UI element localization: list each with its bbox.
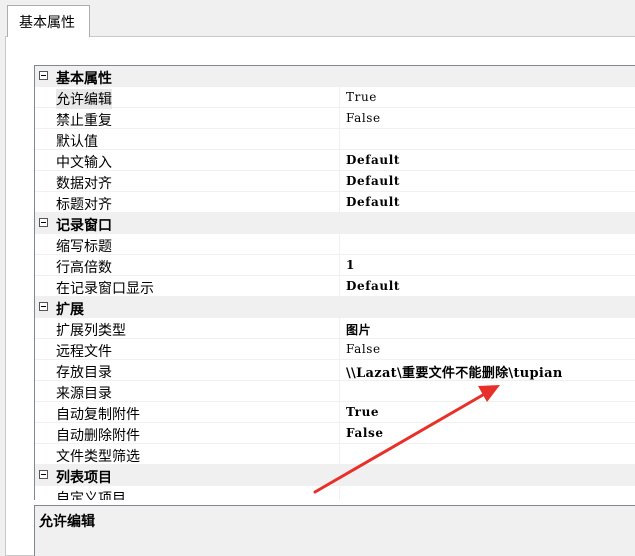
category-name: 记录窗口 — [56, 218, 112, 234]
column-separator — [339, 192, 340, 213]
column-separator — [339, 381, 340, 402]
tab-basic-properties[interactable]: 基本属性 — [7, 5, 90, 37]
category-row[interactable]: 列表项目 — [35, 465, 635, 486]
column-separator — [339, 171, 340, 192]
property-name: 自动删除附件 — [56, 428, 140, 444]
property-value[interactable]: False — [346, 342, 381, 356]
property-row[interactable]: 自定义项目 — [35, 486, 635, 500]
property-row[interactable]: 数据对齐 Default — [35, 171, 635, 192]
property-row[interactable]: 自动复制附件 True — [35, 402, 635, 423]
property-value[interactable]: \\Lazat\重要文件不能删除\tupian — [346, 362, 563, 381]
category-row[interactable]: 记录窗口 — [35, 213, 635, 234]
property-row[interactable]: 在记录窗口显示 Default — [35, 276, 635, 297]
property-value[interactable]: 1 — [346, 258, 355, 272]
column-separator — [339, 87, 340, 108]
property-row[interactable]: 存放目录 \\Lazat\重要文件不能删除\tupian — [35, 360, 635, 381]
property-row[interactable]: 默认值 — [35, 129, 635, 150]
column-separator — [339, 276, 340, 297]
property-name: 在记录窗口显示 — [56, 281, 154, 297]
column-separator — [339, 444, 340, 465]
property-name: 默认值 — [56, 134, 98, 150]
property-name: 缩写标题 — [56, 239, 112, 255]
property-name: 存放目录 — [56, 365, 112, 381]
property-row[interactable]: 来源目录 — [35, 381, 635, 402]
tab-label: 基本属性 — [19, 15, 75, 31]
collapse-toggle-icon[interactable] — [39, 470, 48, 479]
column-separator — [339, 486, 340, 500]
property-row[interactable]: 缩写标题 — [35, 234, 635, 255]
column-separator — [339, 318, 340, 339]
category-name: 扩展 — [56, 302, 84, 318]
column-separator — [339, 423, 340, 444]
property-name: 允许编辑 — [56, 89, 112, 109]
property-name: 自定义项目 — [56, 491, 126, 500]
property-row[interactable]: 禁止重复 False — [35, 108, 635, 129]
property-name: 自动复制附件 — [56, 407, 140, 423]
column-separator — [339, 108, 340, 129]
property-value[interactable]: True — [346, 405, 379, 419]
property-name: 行高倍数 — [56, 260, 112, 276]
category-name: 列表项目 — [56, 470, 112, 486]
property-value[interactable]: True — [346, 90, 377, 104]
property-value[interactable]: Default — [346, 279, 400, 293]
column-separator — [339, 234, 340, 255]
property-name: 中文输入 — [56, 155, 112, 171]
property-value[interactable]: False — [346, 111, 381, 125]
category-name: 基本属性 — [56, 71, 112, 87]
property-name: 标题对齐 — [56, 197, 112, 213]
property-name: 扩展列类型 — [56, 323, 126, 339]
column-separator — [339, 129, 340, 150]
property-value[interactable]: 图片 — [346, 321, 371, 338]
property-row[interactable]: 自动删除附件 False — [35, 423, 635, 444]
property-row[interactable]: 行高倍数 1 — [35, 255, 635, 276]
description-title: 允许编辑 — [39, 514, 95, 530]
property-name: 文件类型筛选 — [56, 449, 140, 465]
property-row[interactable]: 文件类型筛选 — [35, 444, 635, 465]
category-row[interactable]: 扩展 — [35, 297, 635, 318]
collapse-toggle-icon[interactable] — [39, 302, 48, 311]
property-value[interactable]: Default — [346, 174, 400, 188]
property-row[interactable]: 标题对齐 Default — [35, 192, 635, 213]
column-separator — [339, 255, 340, 276]
property-row[interactable]: 中文输入 Default — [35, 150, 635, 171]
property-value[interactable]: False — [346, 426, 384, 440]
collapse-toggle-icon[interactable] — [39, 218, 48, 227]
category-row[interactable]: 基本属性 — [35, 66, 635, 87]
description-pane: 允许编辑 — [34, 505, 635, 556]
column-separator — [339, 150, 340, 171]
property-grid: 基本属性允许编辑 True 禁止重复 False 默认值中文输入 Default 数据对齐 D… — [34, 65, 635, 500]
property-row[interactable]: 远程文件 False — [35, 339, 635, 360]
property-name: 数据对齐 — [56, 176, 112, 192]
column-separator — [339, 339, 340, 360]
property-name: 禁止重复 — [56, 113, 112, 129]
property-row[interactable]: 允许编辑 True — [35, 87, 635, 109]
property-name: 来源目录 — [56, 386, 112, 402]
column-separator — [339, 402, 340, 423]
property-value[interactable]: Default — [346, 195, 400, 209]
property-value[interactable]: Default — [346, 153, 400, 167]
property-row[interactable]: 扩展列类型 图片 — [35, 318, 635, 339]
property-name: 远程文件 — [56, 344, 112, 360]
column-separator — [339, 360, 340, 381]
collapse-toggle-icon[interactable] — [39, 71, 48, 80]
